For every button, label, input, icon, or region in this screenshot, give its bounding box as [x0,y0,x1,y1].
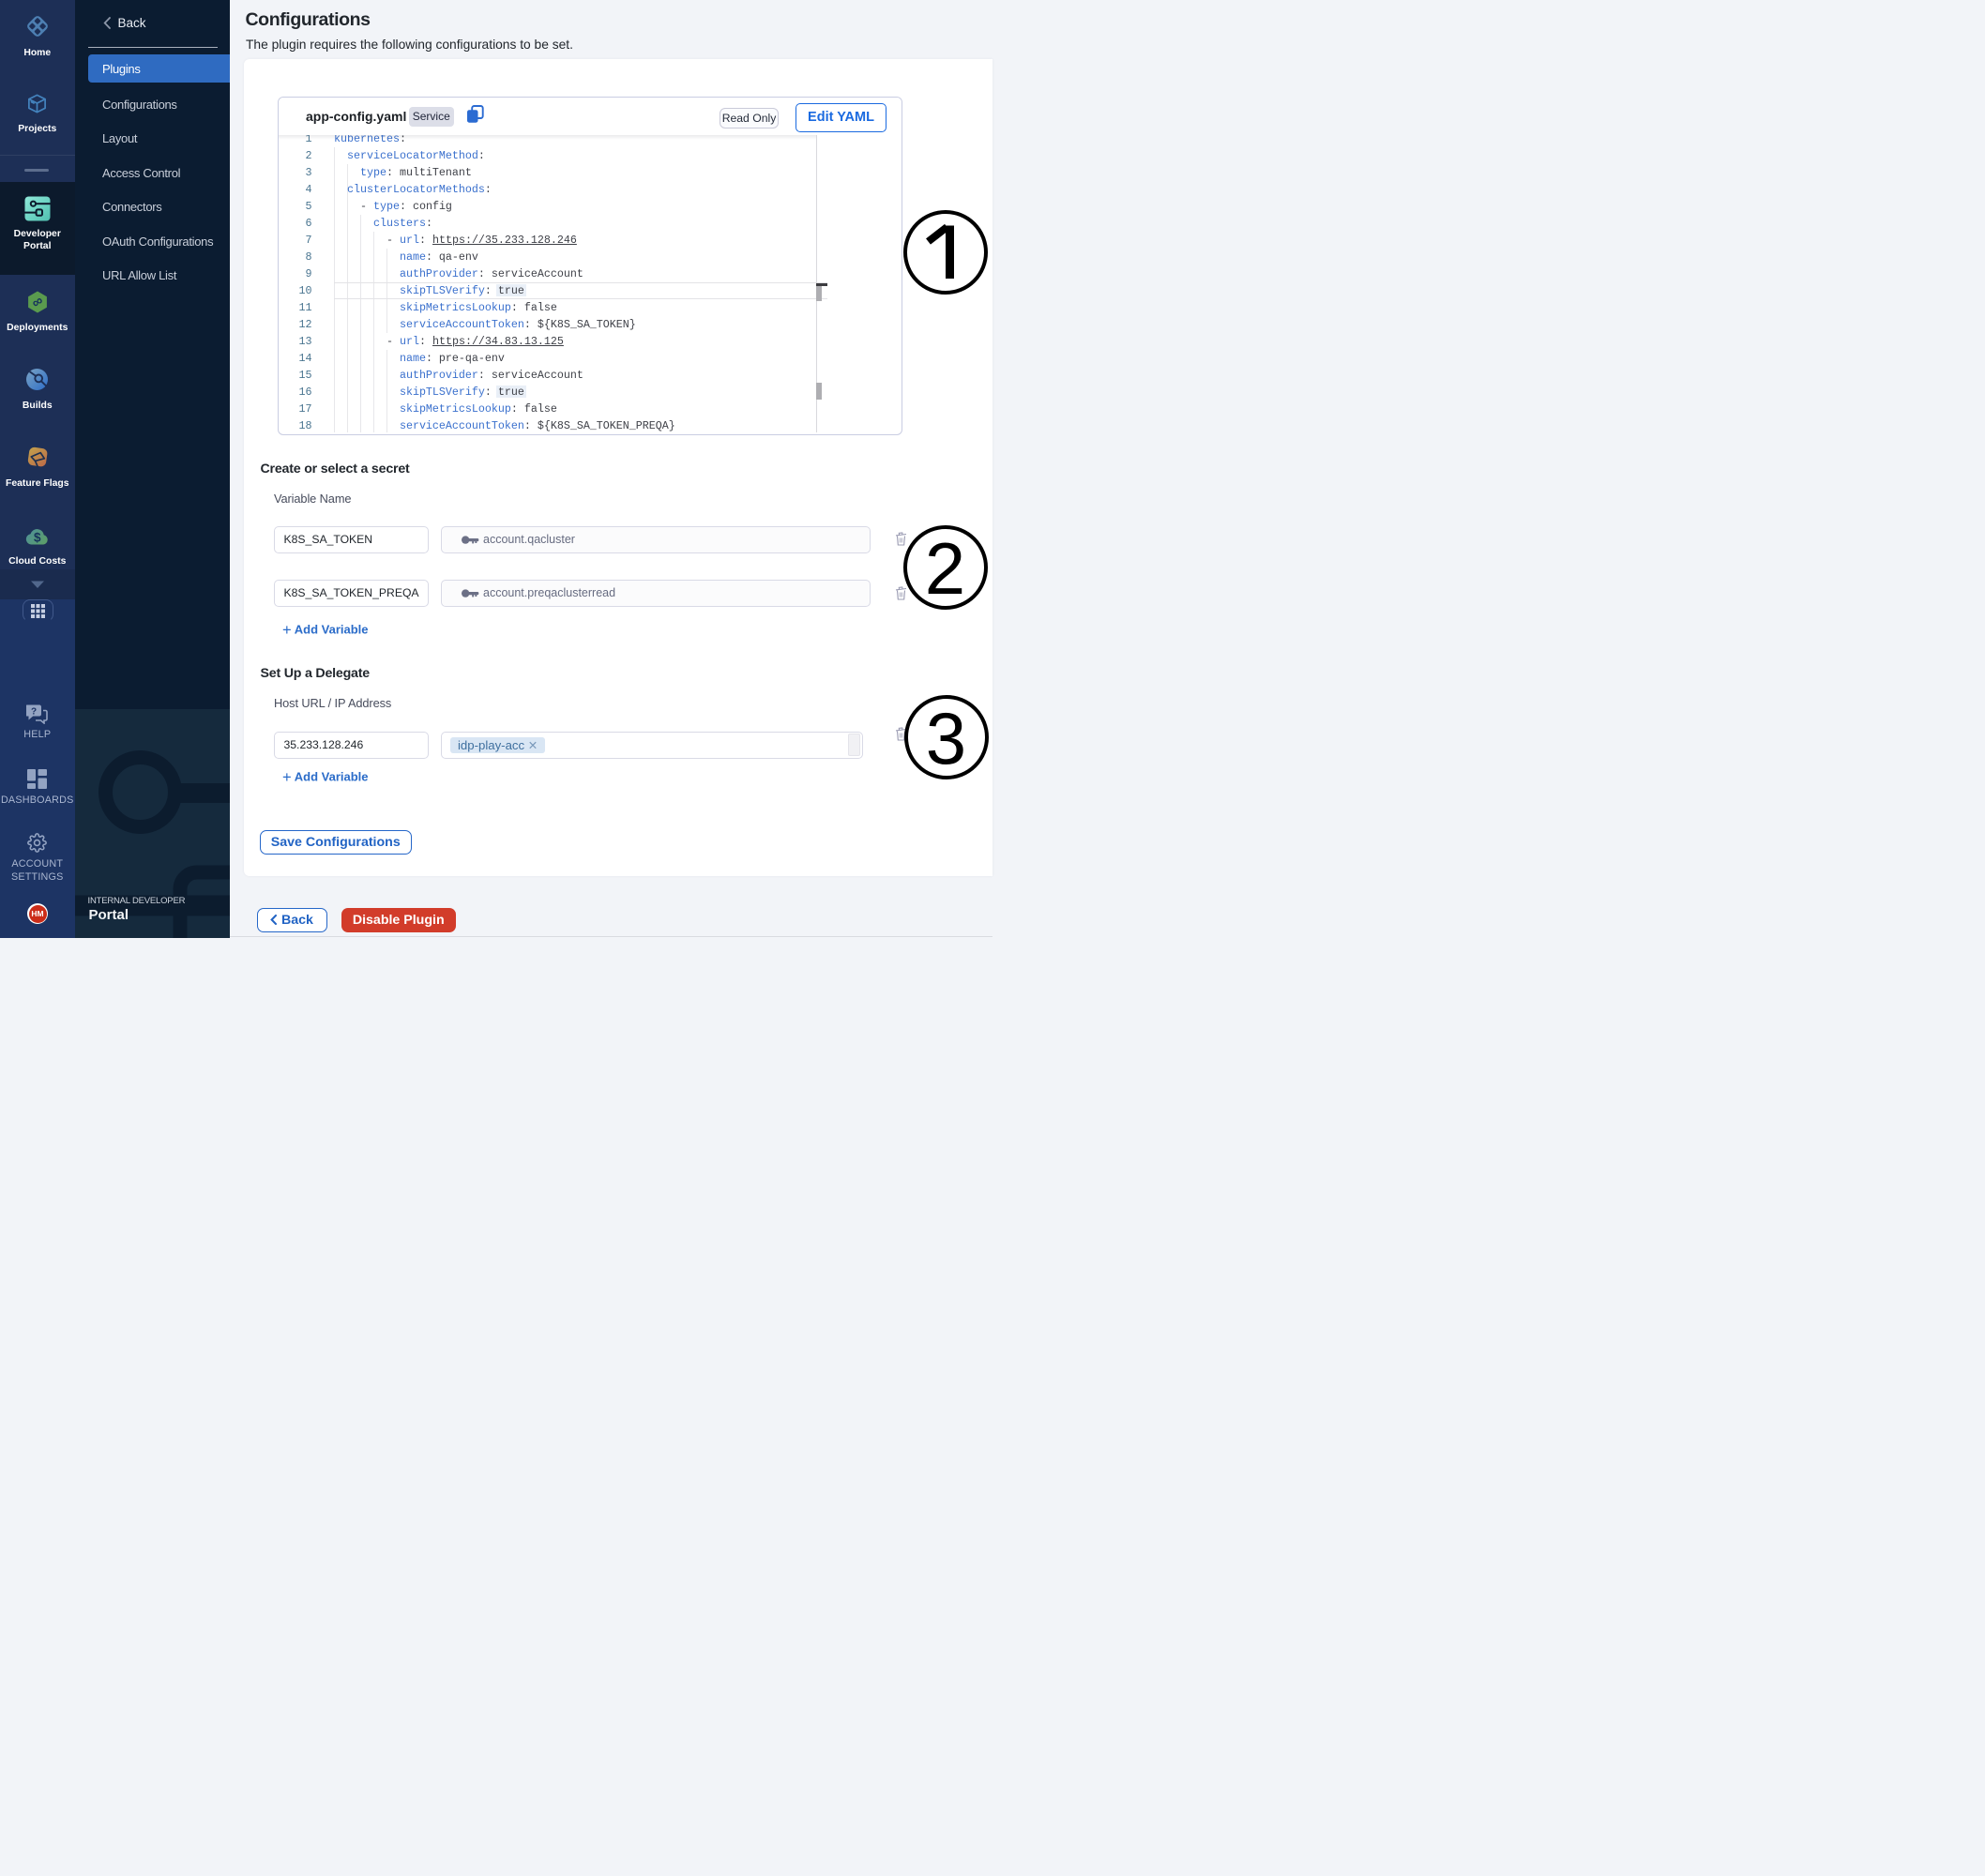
svg-text:?: ? [31,707,37,718]
svg-text:$: $ [34,530,41,544]
